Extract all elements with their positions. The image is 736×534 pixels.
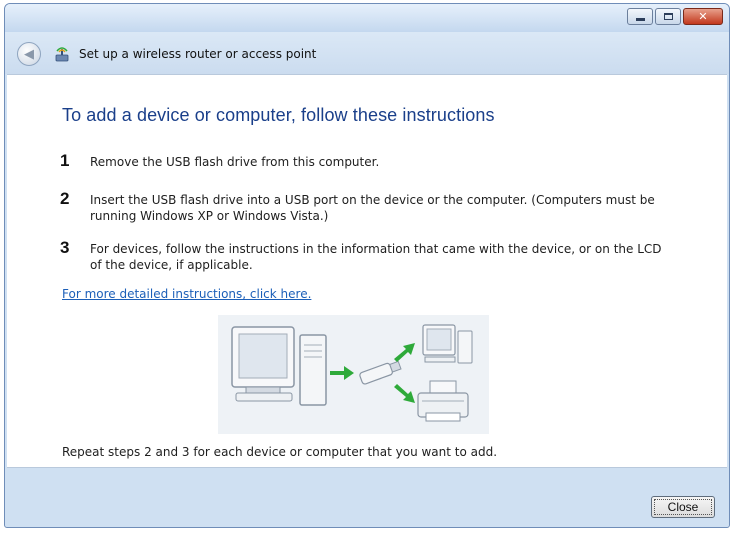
back-arrow-icon: ◀ bbox=[24, 46, 34, 62]
maximize-icon bbox=[663, 13, 673, 20]
step-1: 1 Remove the USB flash drive from this c… bbox=[60, 151, 670, 170]
step-3: 3 For devices, follow the instructions i… bbox=[60, 238, 670, 273]
page-heading: To add a device or computer, follow thes… bbox=[62, 105, 495, 125]
title-bar: ✕ bbox=[5, 4, 729, 32]
step-number: 2 bbox=[60, 189, 70, 208]
repeat-steps-note: Repeat steps 2 and 3 for each device or … bbox=[62, 445, 498, 459]
detailed-instructions-link[interactable]: For more detailed instructions, click he… bbox=[62, 287, 311, 301]
content-pane: To add a device or computer, follow thes… bbox=[7, 74, 727, 468]
wireless-network-icon bbox=[55, 47, 69, 62]
close-window-button[interactable]: ✕ bbox=[683, 8, 723, 25]
step-text: Insert the USB flash drive into a USB po… bbox=[90, 193, 655, 223]
step-number: 3 bbox=[60, 238, 70, 257]
minimize-icon bbox=[635, 18, 645, 21]
step-text: For devices, follow the instructions in … bbox=[90, 242, 662, 272]
maximize-button[interactable] bbox=[655, 8, 681, 25]
wizard-window: ✕ ◀ Set up a wireless router or access p… bbox=[4, 3, 730, 528]
window-controls: ✕ bbox=[627, 8, 723, 25]
window-title: Set up a wireless router or access point bbox=[79, 47, 317, 61]
step-text: Remove the USB flash drive from this com… bbox=[90, 155, 380, 169]
back-button[interactable]: ◀ bbox=[17, 42, 41, 66]
close-button[interactable]: Close bbox=[651, 496, 715, 518]
close-icon: ✕ bbox=[698, 10, 708, 23]
nav-bar: ◀ Set up a wireless router or access poi… bbox=[5, 32, 729, 74]
step-2: 2 Insert the USB flash drive into a USB … bbox=[60, 189, 670, 224]
minimize-button[interactable] bbox=[627, 8, 653, 25]
step-number: 1 bbox=[60, 151, 70, 170]
usb-setup-illustration bbox=[218, 315, 489, 434]
